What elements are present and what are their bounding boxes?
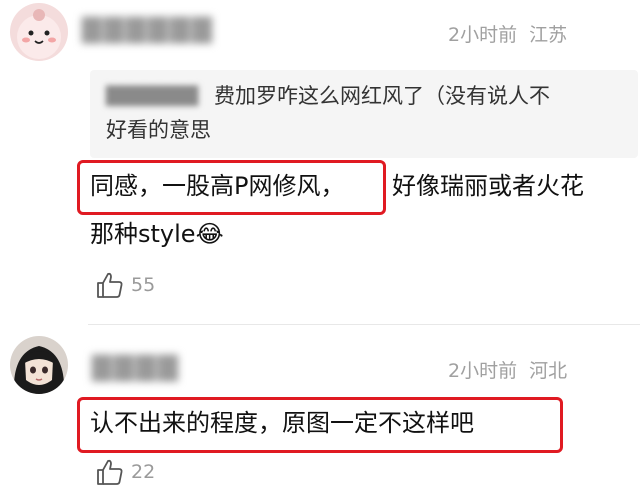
like-count: 22 — [131, 461, 156, 483]
avatar[interactable] — [10, 3, 68, 61]
comment-highlight-text: 认不出来的程度，原图一定不这样吧 — [90, 409, 474, 437]
username[interactable]: ▇▇▇▇▇▇ — [82, 14, 214, 44]
comment-text-continuation: 那种style — [90, 220, 196, 248]
like-count: 55 — [131, 274, 156, 296]
location: 河北 — [529, 360, 568, 382]
like-button[interactable]: 55 — [95, 270, 165, 302]
timestamp: 2小时前 — [448, 24, 518, 46]
location: 江苏 — [529, 24, 568, 46]
comment-highlight-text: 同感，一股高P网修风， — [90, 172, 345, 200]
comment-text: 好像瑞丽或者火花 — [392, 172, 584, 200]
timestamp: 2小时前 — [448, 360, 518, 382]
like-button[interactable]: 22 — [95, 457, 165, 489]
comment-meta: 2小时前 江苏 — [448, 20, 567, 47]
thumbs-up-icon — [97, 459, 123, 485]
laugh-emoji-icon: 😂 — [195, 220, 224, 248]
comment-meta: 2小时前 河北 — [448, 356, 567, 383]
thumbs-up-icon — [97, 272, 123, 298]
quoted-username: ▇▇▇▇▇▇ — [106, 82, 199, 106]
comment-text-line2: 那种style😂 — [90, 214, 224, 254]
divider — [88, 324, 640, 325]
quoted-text-line1: 费加罗咋这么网红风了（没有说人不 — [214, 84, 550, 108]
username[interactable]: ▇▇▇▇ — [92, 352, 180, 382]
quoted-text-line2: 好看的意思 — [106, 118, 211, 142]
avatar[interactable] — [10, 336, 68, 394]
